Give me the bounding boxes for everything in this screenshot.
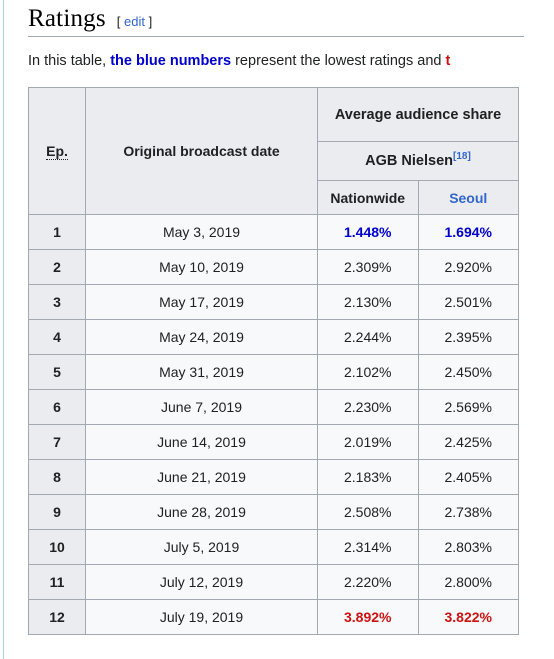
column-header-average-share: Average audience share [317,87,519,142]
cell-broadcast-date: June 21, 2019 [85,459,318,495]
cell-nationwide: 2.230% [317,389,419,425]
cell-nationwide: 2.244% [317,319,419,355]
table-row: 1 May 3, 2019 1.448% 1.694% [28,214,519,250]
cell-broadcast-date: July 19, 2019 [85,599,318,635]
cell-broadcast-date: May 31, 2019 [85,354,318,390]
cell-seoul: 2.803% [417,529,519,565]
table-head: Ep. Original broadcast date Average audi… [28,87,519,215]
cell-episode: 11 [28,564,86,600]
cell-broadcast-date: May 24, 2019 [85,319,318,355]
table-row: 12 July 19, 2019 3.892% 3.822% [28,599,519,635]
cell-nationwide: 1.448% [317,214,419,250]
table-row: 6 June 7, 2019 2.230% 2.569% [28,389,519,425]
legend-lowest-label: the blue numbers [110,53,232,69]
table-header-row-1: Ep. Original broadcast date Average audi… [28,87,519,215]
cell-broadcast-date: June 28, 2019 [85,494,318,530]
reference-link-18[interactable]: [18] [453,151,471,162]
edit-open-bracket: [ [116,14,121,29]
column-header-broadcast-date: Original broadcast date [85,87,318,215]
ratings-table: Ep. Original broadcast date Average audi… [28,87,519,635]
edit-section-link[interactable]: edit [124,14,145,29]
cell-nationwide: 2.102% [317,354,419,390]
edit-close-bracket: ] [148,14,153,29]
legend-text-part1: In this table, [28,53,111,69]
cell-nationwide: 2.130% [317,284,419,320]
episode-abbr[interactable]: Ep. [46,143,68,160]
cell-seoul: 2.450% [417,354,519,390]
cell-broadcast-date: June 14, 2019 [85,424,318,460]
cell-nationwide: 2.019% [317,424,419,460]
table-row: 10 July 5, 2019 2.314% 2.803% [28,529,519,565]
table-row: 8 June 21, 2019 2.183% 2.405% [28,459,519,495]
page-title: Ratings [28,5,106,32]
cell-nationwide: 2.314% [317,529,419,565]
table-row: 2 May 10, 2019 2.309% 2.920% [28,249,519,285]
cell-episode: 5 [28,354,86,390]
table-row: 4 May 24, 2019 2.244% 2.395% [28,319,519,355]
content-left-border [3,0,4,659]
column-header-nationwide: Nationwide [317,180,419,215]
cell-episode: 9 [28,494,86,530]
cell-episode: 10 [28,529,86,565]
cell-nationwide: 3.892% [317,599,419,635]
cell-episode: 3 [28,284,86,320]
cell-episode: 1 [28,214,86,250]
cell-broadcast-date: June 7, 2019 [85,389,318,425]
cell-seoul: 2.501% [417,284,519,320]
cell-broadcast-date: May 17, 2019 [85,284,318,320]
cell-seoul: 2.800% [417,564,519,600]
table-body: 1 May 3, 2019 1.448% 1.694% 2 May 10, 2019 2.3… [28,214,519,635]
cell-episode: 8 [28,459,86,495]
cell-seoul: 2.920% [417,249,519,285]
cell-seoul: 2.395% [417,319,519,355]
cell-seoul: 2.405% [417,459,519,495]
legend-highest-label-clipped: t [445,53,451,69]
cell-seoul: 2.569% [417,389,519,425]
table-row: 9 June 28, 2019 2.508% 2.738% [28,494,519,530]
cell-nationwide: 2.183% [317,459,419,495]
heading-divider [28,36,524,37]
cell-nationwide: 2.508% [317,494,419,530]
table-row: 7 June 14, 2019 2.019% 2.425% [28,424,519,460]
article-content: Ratings [ edit ] In this table, the blue… [28,0,554,659]
cell-episode: 7 [28,424,86,460]
cell-nationwide: 2.220% [317,564,419,600]
cell-seoul: 1.694% [417,214,519,250]
table-row: 5 May 31, 2019 2.102% 2.450% [28,354,519,390]
cell-nationwide: 2.309% [317,249,419,285]
cell-broadcast-date: May 3, 2019 [85,214,318,250]
cell-episode: 12 [28,599,86,635]
cell-broadcast-date: July 5, 2019 [85,529,318,565]
seoul-link[interactable]: Seoul [449,190,487,206]
column-header-provider: AGB Nielsen[18] [317,141,519,181]
provider-name: AGB Nielsen [365,153,454,169]
section-heading: Ratings [ edit ] [28,0,554,33]
cell-seoul: 3.822% [417,599,519,635]
edit-section-container: [ edit ] [117,14,152,29]
column-header-seoul: Seoul [417,180,519,215]
cell-seoul: 2.738% [417,494,519,530]
cell-episode: 4 [28,319,86,355]
legend-paragraph: In this table, the blue numbers represen… [28,50,554,72]
legend-text-part2: represent the lowest ratings and [231,53,446,69]
cell-episode: 2 [28,249,86,285]
table-row: 3 May 17, 2019 2.130% 2.501% [28,284,519,320]
column-header-episode: Ep. [28,87,86,215]
cell-episode: 6 [28,389,86,425]
table-row: 11 July 12, 2019 2.220% 2.800% [28,564,519,600]
cell-broadcast-date: May 10, 2019 [85,249,318,285]
cell-seoul: 2.425% [417,424,519,460]
cell-broadcast-date: July 12, 2019 [85,564,318,600]
